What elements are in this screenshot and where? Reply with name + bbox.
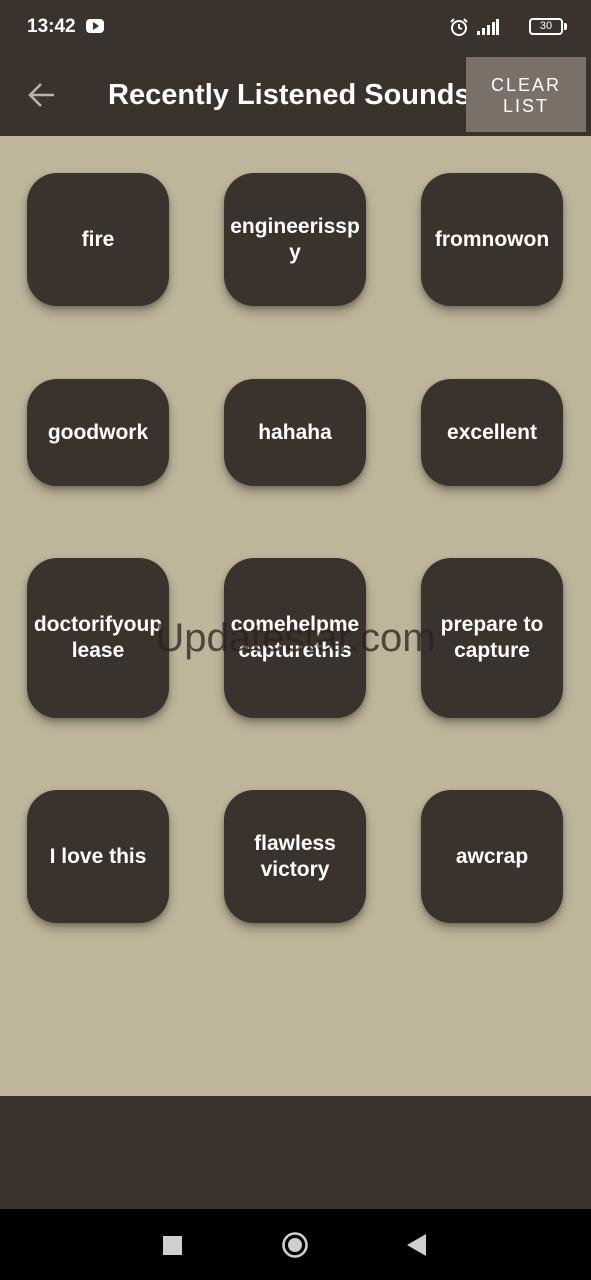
recents-icon[interactable] [163,1236,182,1255]
battery-icon: 30 [529,18,567,35]
back-button[interactable] [20,75,64,115]
back-icon[interactable] [407,1234,427,1256]
arrow-left-icon [28,83,54,107]
system-nav-bar [0,1209,591,1280]
sound-button-doctorifyouplease[interactable]: doctorifyouplease [27,558,169,718]
sound-label: awcrap [455,844,529,868]
sound-button-fromnowon[interactable]: fromnowon [421,173,563,306]
sound-label: comehelpmecapturethis [230,613,360,662]
sound-button-prepare-to-capture[interactable]: prepare to capture [421,558,563,718]
sound-label: fire [81,227,115,251]
sound-label: goodwork [47,420,149,444]
sound-label: hahaha [258,420,332,444]
sound-label: doctorifyouplease [33,613,163,662]
sound-button-goodwork[interactable]: goodwork [27,379,169,486]
sound-button-engineerisspy[interactable]: engineerisspy [224,173,366,306]
sound-button-comehelpmecapturethis[interactable]: comehelpmecapturethis [224,558,366,718]
sound-button-fire[interactable]: fire [27,173,169,306]
sound-label: fromnowon [434,227,550,251]
sound-button-i-love-this[interactable]: I love this [27,790,169,923]
sound-label: excellent [447,420,537,444]
sound-label: engineerisspy [230,214,360,264]
page-title: Recently Listened Sounds [108,79,471,111]
clear-list-button[interactable]: CLEAR LIST [466,57,586,132]
sound-button-excellent[interactable]: excellent [421,379,563,486]
status-bar: 13:42 30 [0,0,591,57]
sound-label: prepare to capture [440,613,544,662]
sound-button-flawless-victory[interactable]: flawless victory [224,790,366,923]
sound-label: flawless victory [254,831,336,881]
home-icon[interactable] [281,1231,309,1259]
status-time: 13:42 [27,16,76,37]
bottom-panel [0,1096,591,1209]
alarm-icon [450,18,468,36]
sound-button-hahaha[interactable]: hahaha [224,379,366,486]
signal-icon [477,19,499,35]
sound-label: I love this [49,844,147,868]
youtube-icon [86,19,104,33]
sound-button-awcrap[interactable]: awcrap [421,790,563,923]
app-bar: Recently Listened Sounds CLEAR LIST [0,57,591,136]
